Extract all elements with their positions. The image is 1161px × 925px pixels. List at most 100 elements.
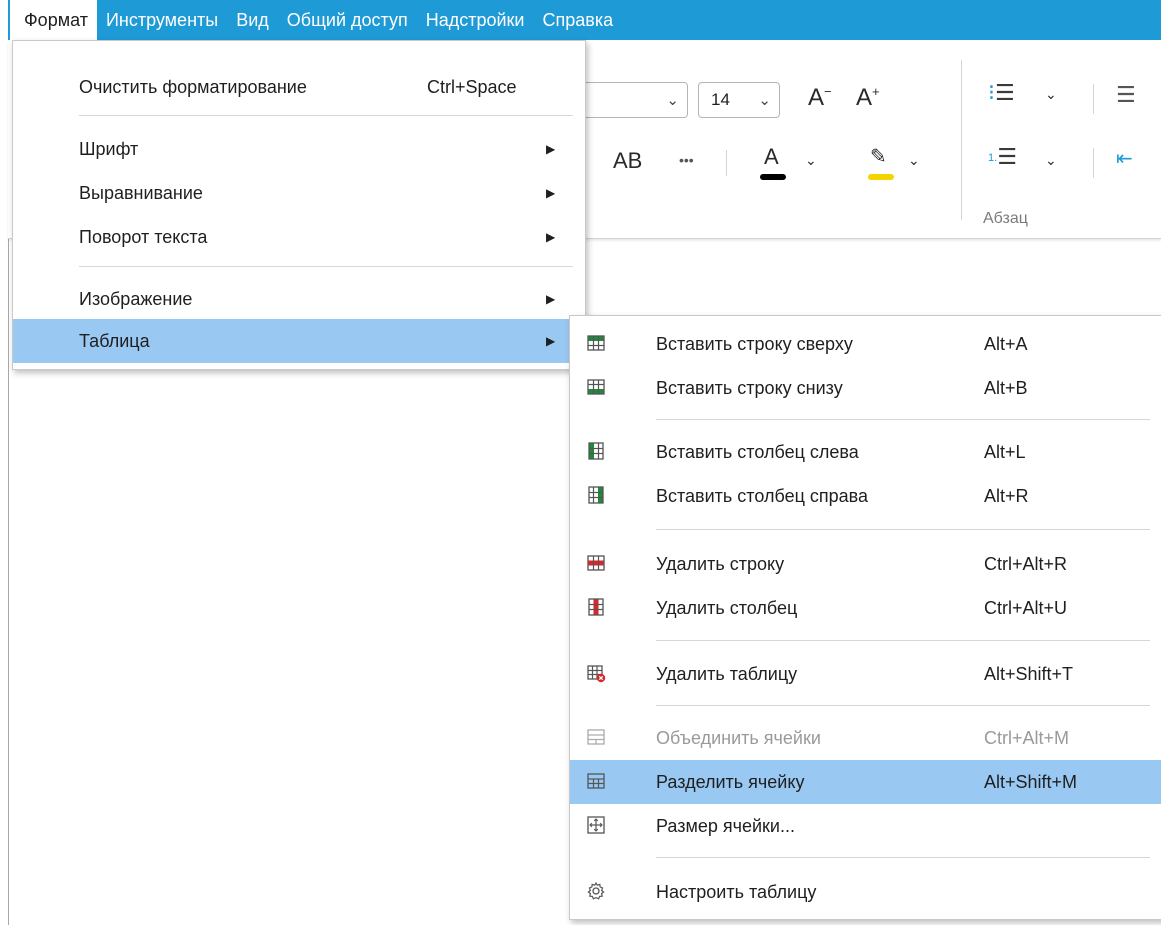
decrease-font-button[interactable]: A− [808, 84, 832, 112]
marker-icon: ✎ [870, 146, 887, 168]
menu-item-text-rotation[interactable]: Поворот текста ▶ [13, 215, 585, 259]
delete-table-icon [587, 665, 606, 683]
menu-item-label: Выравнивание [79, 182, 203, 203]
menu-item-cell-size[interactable]: Размер ячейки... [570, 804, 1161, 848]
menu-separator [79, 115, 573, 116]
insert-column-right-icon [588, 486, 604, 504]
menu-tools[interactable]: Инструменты [97, 0, 227, 40]
menu-item-table[interactable]: Таблица ▶ [13, 319, 585, 363]
submenu-arrow-icon: ▶ [546, 230, 556, 244]
menu-item-label: Удалить строку [656, 553, 785, 574]
menu-item-delete-table[interactable]: Удалить таблицу Alt+Shift+T [570, 652, 1161, 696]
menu-item-insert-column-right[interactable]: Вставить столбец справа Alt+R [570, 474, 1161, 518]
split-cell-icon [587, 773, 605, 789]
numbered-lines: ☰ [997, 144, 1017, 169]
submenu-arrow-icon: ▶ [546, 292, 556, 306]
menu-item-label: Разделить ячейку [656, 771, 805, 792]
bullet-lines: ☰ [995, 80, 1015, 105]
chevron-down-icon: ⌄ [758, 92, 771, 109]
menu-item-shortcut: Alt+Shift+T [984, 663, 1074, 684]
menu-item-delete-column[interactable]: Удалить столбец Ctrl+Alt+U [570, 586, 1161, 630]
menu-item-label: Удалить столбец [656, 597, 798, 618]
toolbar-divider [1093, 148, 1094, 178]
more-options-button[interactable]: ••• [679, 152, 694, 168]
menu-item-shortcut: Alt+A [984, 333, 1028, 354]
menu-item-label: Изображение [79, 288, 193, 309]
group-separator [961, 60, 962, 220]
font-color-glyph: A [764, 144, 779, 169]
menu-item-shortcut: Alt+R [984, 485, 1029, 506]
font-size-value: 14 [711, 90, 730, 109]
toolbar-divider [1093, 84, 1094, 114]
chevron-down-icon[interactable]: ⌄ [1045, 152, 1057, 169]
menu-item-delete-row[interactable]: Удалить строку Ctrl+Alt+R [570, 542, 1161, 586]
chevron-down-icon[interactable]: ⌄ [908, 152, 920, 169]
menu-separator [656, 640, 1150, 641]
font-color-button[interactable]: A [760, 144, 786, 180]
menu-item-image[interactable]: Изображение ▶ [13, 277, 585, 321]
menu-item-label: Объединить ячейки [656, 727, 821, 748]
menu-addons[interactable]: Надстройки [417, 0, 534, 40]
menu-item-label: Удалить таблицу [656, 663, 798, 684]
bullet-list-icon: ⁝ [988, 80, 995, 105]
menu-item-shortcut: Alt+B [984, 377, 1028, 398]
toolbar-divider [726, 150, 727, 176]
menu-item-label: Вставить строку снизу [656, 377, 843, 398]
menu-item-shortcut: Ctrl+Alt+U [984, 597, 1068, 618]
submenu-arrow-icon: ▶ [546, 334, 556, 348]
font-color-bar [760, 174, 786, 180]
menu-help[interactable]: Справка [533, 0, 622, 40]
delete-row-icon [587, 555, 605, 571]
table-submenu: Вставить строку сверху Alt+A Вставить ст… [569, 315, 1161, 920]
menu-view[interactable]: Вид [227, 0, 278, 40]
menu-item-shortcut: Ctrl+Space [427, 76, 517, 97]
increase-font-button[interactable]: A+ [856, 84, 880, 112]
highlight-color-bar [868, 174, 894, 180]
menu-item-label: Вставить столбец слева [656, 441, 859, 462]
numbered-list-button[interactable]: 1.☰ [988, 144, 1017, 170]
menu-separator [656, 529, 1150, 530]
chevron-down-icon[interactable]: ⌄ [805, 152, 817, 169]
menu-item-insert-column-left[interactable]: Вставить столбец слева Alt+L [570, 430, 1161, 474]
insert-column-left-icon [588, 442, 604, 460]
change-case-button[interactable]: AB [613, 148, 642, 174]
merge-cells-icon [587, 729, 605, 745]
decrease-font-glyph: A [808, 84, 825, 111]
menu-item-table-settings[interactable]: Настроить таблицу [570, 870, 1161, 914]
numbered-list-icon: 1. [988, 152, 998, 165]
menu-item-label: Очистить форматирование [79, 76, 307, 97]
cell-size-icon [587, 816, 605, 834]
chevron-down-icon[interactable]: ⌄ [1045, 86, 1057, 103]
menu-item-font[interactable]: Шрифт ▶ [13, 127, 585, 171]
menu-format[interactable]: Формат [10, 0, 97, 40]
menu-item-label: Шрифт [79, 138, 139, 159]
menu-separator [79, 266, 573, 267]
chevron-down-icon: ⌄ [666, 92, 679, 109]
menu-item-insert-row-above[interactable]: Вставить строку сверху Alt+A [570, 322, 1161, 366]
menu-separator [656, 857, 1150, 858]
menu-item-label: Вставить строку сверху [656, 333, 853, 354]
increase-font-glyph: A [856, 84, 873, 111]
font-size-select[interactable]: 14 ⌄ [698, 82, 780, 118]
bullet-list-button[interactable]: ⁝☰ [988, 80, 1015, 106]
menu-item-split-cell[interactable]: Разделить ячейку Alt+Shift+M [570, 760, 1161, 804]
menu-sharing[interactable]: Общий доступ [278, 0, 417, 40]
menu-separator [656, 705, 1150, 706]
menu-item-shortcut: Alt+Shift+M [984, 771, 1078, 792]
menu-item-insert-row-below[interactable]: Вставить строку снизу Alt+B [570, 366, 1161, 410]
submenu-arrow-icon: ▶ [546, 186, 556, 200]
insert-row-below-icon [587, 379, 605, 395]
menu-item-alignment[interactable]: Выравнивание ▶ [13, 171, 585, 215]
align-left-icon[interactable]: ☰ [1116, 82, 1136, 108]
menu-item-label: Размер ячейки... [656, 815, 795, 836]
highlight-color-button[interactable]: ✎ [868, 144, 894, 180]
font-family-select[interactable]: ⌄ [578, 82, 688, 118]
menu-item-label: Настроить таблицу [656, 881, 817, 902]
menu-item-clear-formatting[interactable]: Очистить форматирование Ctrl+Space [13, 65, 585, 109]
decrease-indent-icon[interactable]: ⇤ [1116, 146, 1133, 171]
menu-item-label: Вставить столбец справа [656, 485, 869, 506]
menu-item-label: Таблица [79, 330, 150, 351]
submenu-arrow-icon: ▶ [546, 142, 556, 156]
format-menu: Очистить форматирование Ctrl+Space Шрифт… [12, 40, 586, 370]
menu-item-shortcut: Ctrl+Alt+R [984, 553, 1068, 574]
